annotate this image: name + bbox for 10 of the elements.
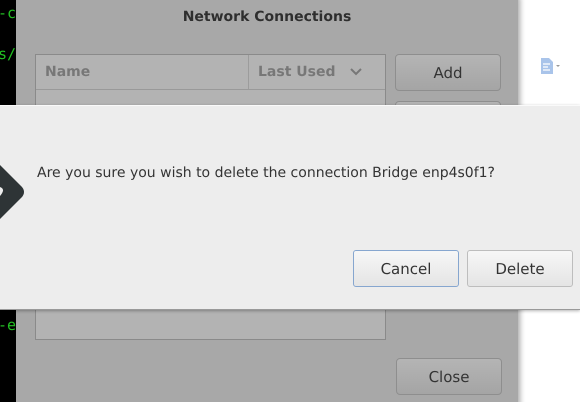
cancel-button[interactable]: Cancel xyxy=(353,250,459,287)
window-title: Network Connections xyxy=(182,8,352,27)
dialog-message: Are you sure you wish to delete the connection Bridge enp4s0f1? xyxy=(37,165,495,181)
add-button[interactable]: Add xyxy=(395,54,501,91)
delete-button[interactable]: Delete xyxy=(467,250,573,287)
document-icon[interactable] xyxy=(540,58,560,74)
chevron-icon xyxy=(350,68,362,76)
close-button[interactable]: Close xyxy=(396,358,502,395)
terminal-text: -c xyxy=(0,4,16,22)
terminal-text: -e xyxy=(0,316,16,334)
